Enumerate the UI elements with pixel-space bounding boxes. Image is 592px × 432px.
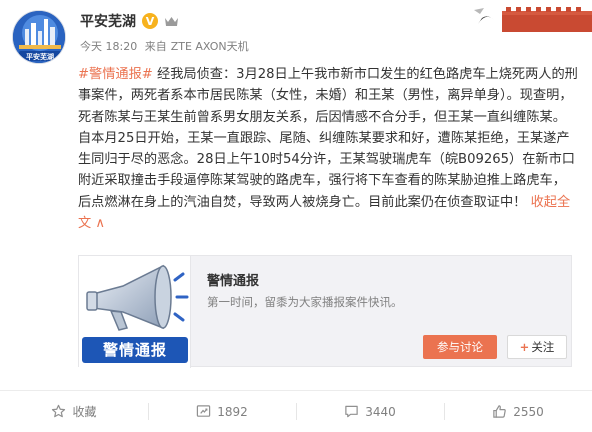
follow-button[interactable]: + 关注: [507, 335, 567, 359]
crown-icon[interactable]: [164, 15, 179, 27]
chevron-up-icon: ∧: [95, 216, 106, 232]
link-card-description: 第一时间，留黍为大家播报案件快讯。: [207, 295, 403, 309]
city-skyline-avatar-icon: 平安芜湖: [13, 11, 65, 63]
join-discussion-button[interactable]: 参与讨论: [423, 335, 497, 359]
action-bar: 收藏 1892 3440 2550: [0, 391, 592, 432]
svg-text:平安芜湖: 平安芜湖: [26, 52, 54, 61]
topic-thumbnail[interactable]: 警情通报: [79, 256, 191, 368]
link-card-title[interactable]: 警情通报: [207, 270, 259, 289]
topic-tag-link[interactable]: #警情通报#: [78, 67, 153, 82]
weibo-post-card: 平安芜湖 平安芜湖 V 今天 18:20 来自 ZTE AXON天机 #警情通报#…: [0, 0, 592, 432]
post-text: #警情通报# 经我局侦查：3月28日上午我市新市口发生的红色路虎车上烧死两人的刑…: [78, 64, 578, 234]
great-wall-decoration-icon: [474, 7, 592, 32]
post-body: 经我局侦查：3月28日上午我市新市口发生的红色路虎车上烧死两人的刑事案件，两死者…: [78, 67, 578, 210]
favorite-button[interactable]: 收藏: [0, 391, 148, 432]
post-meta: 今天 18:20 来自 ZTE AXON天机: [80, 38, 253, 54]
verified-badge-icon[interactable]: V: [142, 13, 158, 29]
account-name[interactable]: 平安芜湖: [80, 11, 136, 31]
follow-label: 关注: [531, 340, 555, 354]
repost-button[interactable]: 1892: [148, 391, 296, 432]
source-prefix: 来自: [144, 40, 167, 53]
comment-count: 3440: [365, 404, 396, 419]
comment-button[interactable]: 3440: [296, 391, 444, 432]
thumbs-up-icon: [493, 405, 506, 418]
star-icon: [52, 404, 66, 418]
topic-link-card[interactable]: 警情通报 警情通报 第一时间，留黍为大家播报案件快讯。 参与讨论 + 关注: [78, 255, 572, 368]
like-button[interactable]: 2550: [444, 391, 592, 432]
repost-icon: [197, 405, 211, 417]
account-name-row: 平安芜湖 V: [80, 10, 179, 32]
favorite-label: 收藏: [72, 405, 97, 419]
thumbnail-label: 警情通报: [82, 337, 188, 363]
comment-icon: [345, 405, 358, 418]
avatar[interactable]: 平安芜湖: [12, 10, 66, 64]
repost-count: 1892: [217, 404, 248, 419]
post-time[interactable]: 今天 18:20: [80, 40, 137, 53]
post-source[interactable]: ZTE AXON天机: [171, 40, 249, 53]
like-count: 2550: [513, 404, 544, 419]
plus-icon: +: [519, 340, 530, 354]
